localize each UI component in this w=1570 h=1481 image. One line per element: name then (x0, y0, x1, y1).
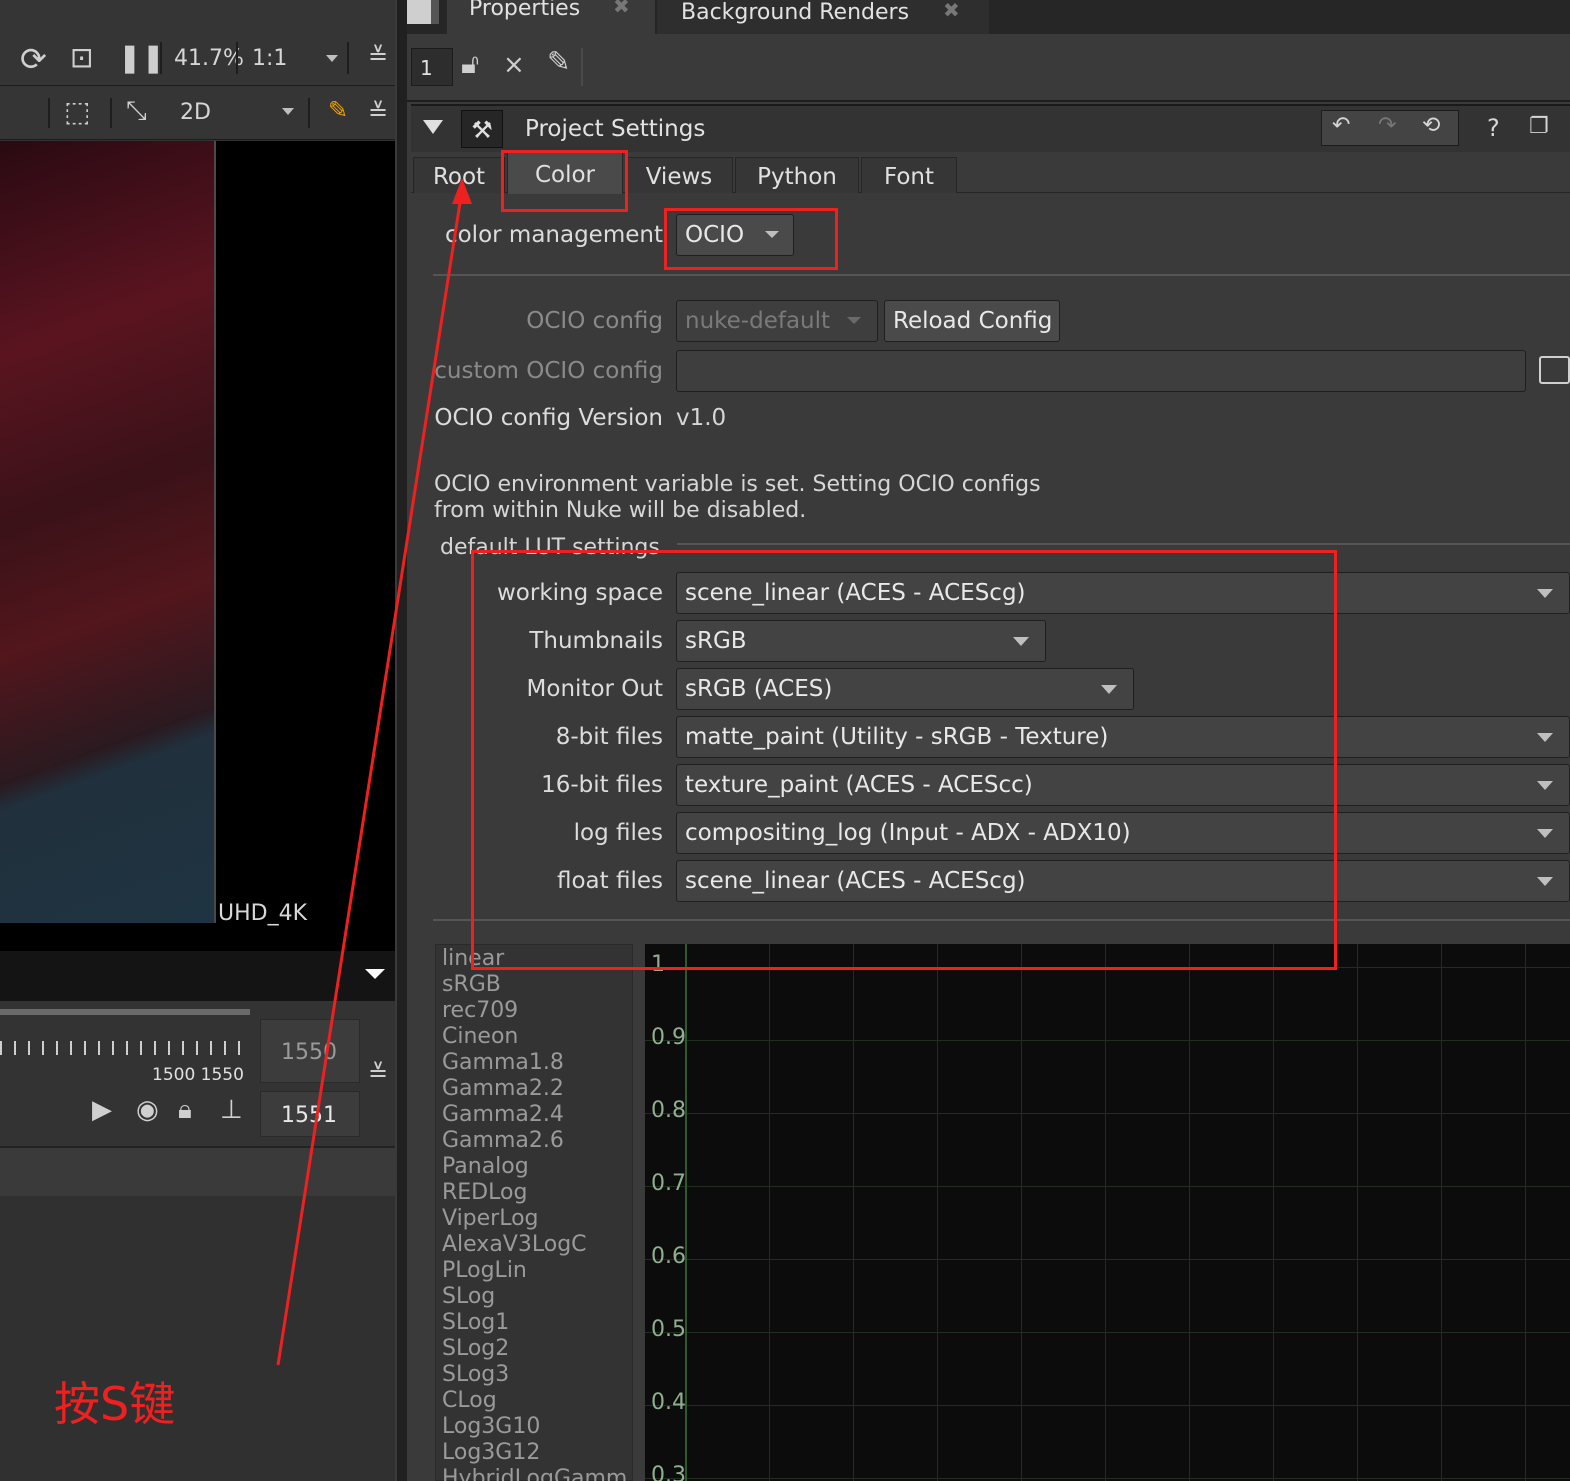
annotation-arrow (276, 178, 472, 1366)
annotation-text: 按S键 (54, 1377, 176, 1431)
nuke-screenshot: ⟳ ⊡ ❚❚ 41.7% 1:1 ≚ ⬚ ⤡ 2D ✎ ≚ UHD_4K 150… (0, 0, 1570, 1481)
